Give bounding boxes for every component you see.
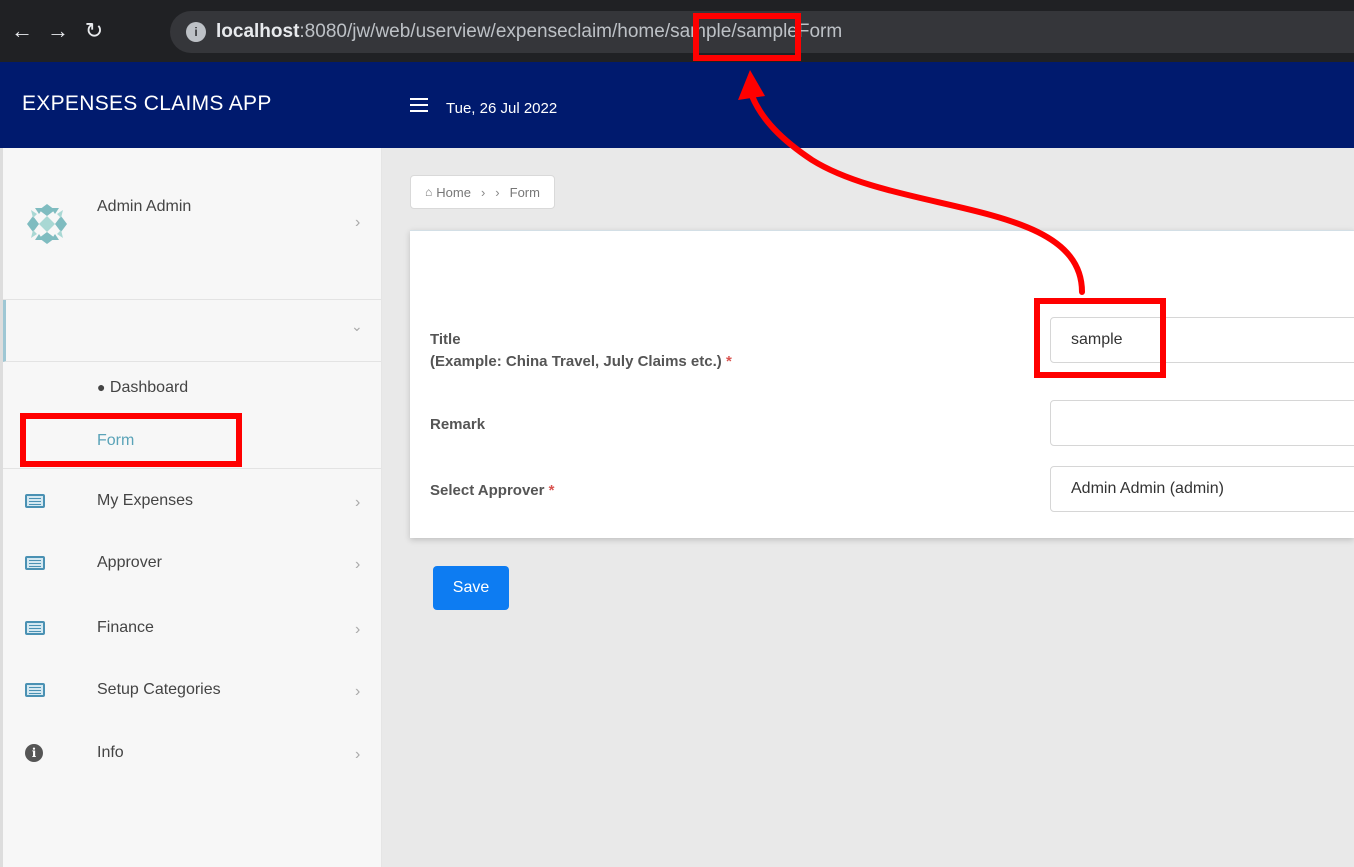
chevron-right-icon: ›	[355, 621, 361, 638]
chevron-right-icon: ›	[355, 556, 361, 573]
approver-label-text: Select Approver	[430, 482, 545, 499]
form-card: Title (Example: China Travel, July Claim…	[410, 230, 1354, 538]
remark-input[interactable]	[1050, 400, 1354, 446]
browser-toolbar: ← → ↻ i localhost:8080/jw/web/userview/e…	[0, 0, 1354, 62]
app-header: EXPENSES CLAIMS APP Tue, 26 Jul 2022	[0, 62, 1354, 148]
url-host: localhost	[216, 21, 300, 42]
list-icon	[25, 683, 45, 697]
forward-arrow-icon[interactable]: →	[40, 13, 76, 49]
breadcrumb-current: Form	[509, 184, 540, 200]
info-icon: i	[25, 744, 43, 762]
sidebar-item-my-expenses[interactable]: My Expenses ›	[3, 484, 381, 524]
site-info-icon[interactable]: i	[186, 22, 206, 42]
title-highlight-box	[1034, 298, 1166, 378]
app-brand[interactable]: EXPENSES CLAIMS APP	[22, 92, 272, 116]
sidebar-item-label: Setup Categories	[97, 681, 221, 698]
list-icon	[25, 621, 45, 635]
required-mark: *	[548, 482, 555, 499]
sidebar-item-label: Dashboard	[109, 379, 189, 396]
hamburger-menu-icon[interactable]	[410, 98, 428, 112]
sidebar-item-label: Info	[97, 744, 124, 761]
sidebar-item-setup-categories[interactable]: Setup Categories ›	[3, 673, 381, 713]
chevron-right-icon: ›	[355, 683, 361, 700]
list-icon	[25, 556, 45, 570]
home-icon: ⌂	[425, 185, 433, 199]
list-icon	[25, 494, 45, 508]
profile-section[interactable]: Admin Admin ›	[3, 148, 381, 300]
sidebar: Admin Admin › ⌄ ● Dashboard Form My Expe…	[0, 148, 382, 867]
main-content: ⌂ Home › › Form Title (Example: China Tr…	[382, 148, 1354, 867]
back-arrow-icon[interactable]: ←	[4, 13, 40, 49]
sidebar-item-finance[interactable]: Finance ›	[3, 611, 381, 651]
collapsed-menu-header[interactable]: ⌄	[3, 300, 381, 362]
sidebar-item-info[interactable]: i Info ›	[3, 736, 381, 776]
chevron-right-icon: ›	[355, 746, 361, 763]
breadcrumb-home[interactable]: Home	[436, 185, 471, 200]
sidebar-item-label: My Expenses	[97, 492, 194, 509]
avatar-icon	[27, 204, 67, 244]
sidebar-item-approver[interactable]: Approver ›	[3, 546, 381, 586]
remark-label: Remark	[430, 416, 486, 433]
chevron-down-icon: ⌄	[351, 318, 363, 334]
chevron-right-icon: ›	[355, 494, 361, 511]
sidebar-item-label: Approver	[97, 554, 162, 571]
url-highlight-box	[693, 13, 801, 61]
title-label-text: Title	[430, 331, 461, 348]
reload-icon[interactable]: ↻	[76, 13, 112, 49]
required-mark: *	[725, 353, 732, 370]
header-date: Tue, 26 Jul 2022	[446, 100, 558, 117]
tachometer-icon: ●	[97, 379, 106, 395]
breadcrumb-separator-icon: ›	[480, 184, 486, 200]
breadcrumb-separator-icon: ›	[495, 184, 500, 200]
profile-name: Admin Admin	[97, 198, 192, 215]
chevron-right-icon: ›	[355, 214, 361, 231]
save-button[interactable]: Save	[433, 566, 509, 610]
title-label: Title (Example: China Travel, July Claim…	[430, 331, 732, 370]
approver-select[interactable]: Admin Admin (admin)	[1050, 466, 1354, 512]
form-menu-highlight-box	[20, 413, 242, 467]
title-hint: (Example: China Travel, July Claims etc.…	[430, 353, 722, 370]
breadcrumb: ⌂ Home › › Form	[410, 175, 555, 209]
divider	[3, 468, 381, 469]
sidebar-item-label: Finance	[97, 619, 154, 636]
approver-label: Select Approver *	[430, 482, 555, 499]
sidebar-item-dashboard[interactable]: ● Dashboard	[97, 379, 188, 397]
